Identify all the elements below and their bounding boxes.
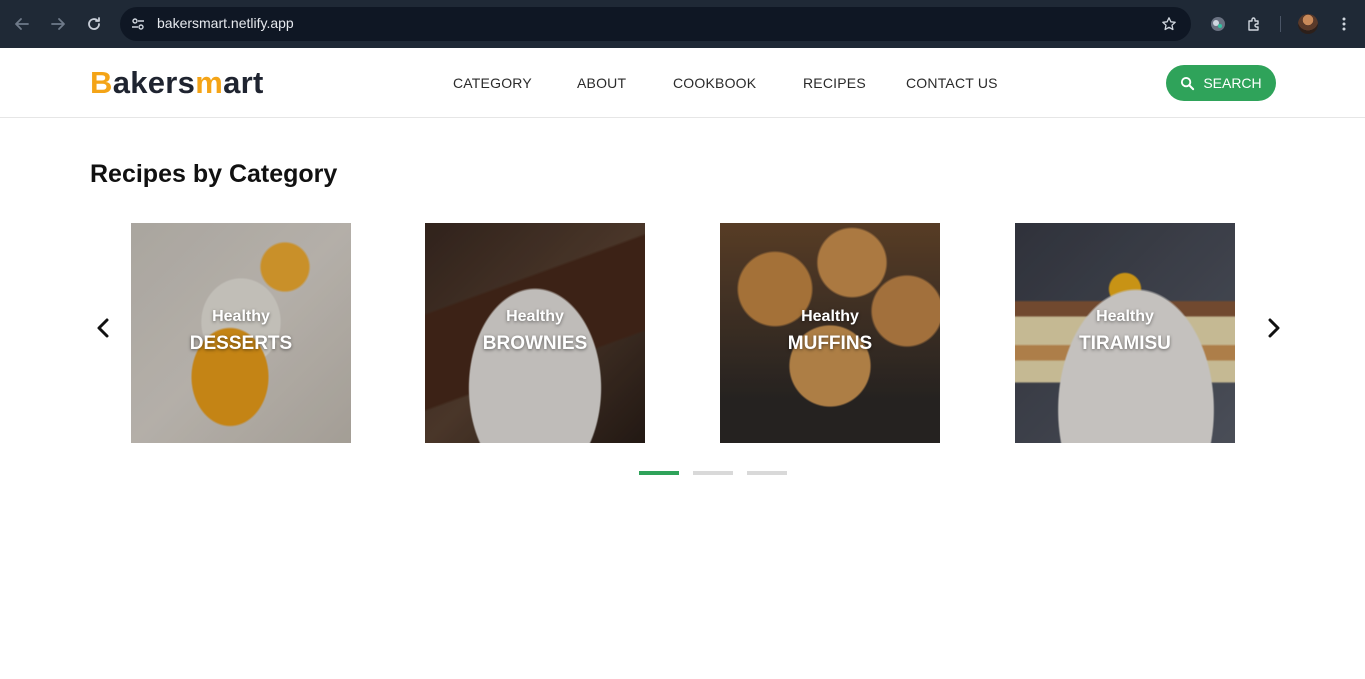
logo-letter-b: B [90, 65, 113, 100]
card-name: MUFFINS [787, 333, 873, 354]
card-kicker: Healthy [1096, 308, 1154, 325]
carousel-next-button[interactable] [1262, 316, 1286, 340]
card-kicker: Healthy [801, 308, 859, 325]
site-settings-icon[interactable] [128, 14, 148, 34]
toolbar-divider [1280, 16, 1281, 32]
reload-icon [88, 17, 100, 30]
browser-chrome: bakersmart.netlify.app [0, 0, 1365, 48]
category-card-brownies[interactable]: Healthy BROWNIES [425, 223, 645, 443]
arrow-left-icon [15, 18, 29, 30]
site-header: Bakersmart CATEGORY ABOUT COOKBOOK RECIP… [0, 48, 1365, 118]
url-text[interactable]: bakersmart.netlify.app [157, 15, 294, 31]
logo-letter-m: m [195, 65, 224, 100]
chevron-left-icon [97, 318, 109, 338]
card-name: DESSERTS [189, 333, 293, 354]
carousel-prev-button[interactable] [91, 316, 115, 340]
site-logo[interactable]: Bakersmart [90, 65, 264, 101]
category-card-tiramisu[interactable]: Healthy TIRAMISU [1015, 223, 1235, 443]
more-vertical-icon [1342, 17, 1346, 31]
card-kicker: Healthy [506, 308, 564, 325]
profile-avatar[interactable] [1296, 12, 1320, 36]
nav-recipes[interactable]: RECIPES [803, 75, 866, 91]
card-name: TIRAMISU [1079, 333, 1171, 354]
search-button[interactable]: SEARCH [1166, 65, 1276, 101]
card-kicker: Healthy [212, 308, 270, 325]
logo-text-akers: akers [112, 65, 196, 100]
pagination-dot-3[interactable] [747, 471, 787, 475]
nav-about[interactable]: ABOUT [577, 75, 626, 91]
address-bar[interactable]: bakersmart.netlify.app [120, 7, 1191, 41]
avatar [1298, 14, 1318, 34]
reload-button[interactable] [82, 12, 106, 36]
search-button-label: SEARCH [1203, 75, 1262, 91]
browser-menu-button[interactable] [1332, 12, 1356, 36]
search-icon [1181, 76, 1195, 90]
nav-contact-us[interactable]: CONTACT US [906, 75, 998, 91]
category-card-desserts[interactable]: Healthy DESSERTS [131, 223, 351, 443]
nav-category[interactable]: CATEGORY [453, 75, 532, 91]
nav-cookbook[interactable]: COOKBOOK [673, 75, 756, 91]
section-title: Recipes by Category [90, 160, 338, 188]
bookmark-star-icon[interactable] [1159, 14, 1179, 34]
chevron-right-icon [1268, 318, 1280, 338]
puzzle-extensions-icon[interactable] [1242, 12, 1266, 36]
logo-text-art: art [223, 65, 264, 100]
pagination-dot-1[interactable] [639, 471, 679, 475]
pagination-dot-2[interactable] [693, 471, 733, 475]
category-card-muffins[interactable]: Healthy MUFFINS [720, 223, 940, 443]
forward-button[interactable] [46, 12, 70, 36]
back-button[interactable] [10, 12, 34, 36]
extension-icon[interactable] [1206, 12, 1230, 36]
card-name: BROWNIES [482, 333, 588, 354]
arrow-right-icon [51, 18, 65, 30]
